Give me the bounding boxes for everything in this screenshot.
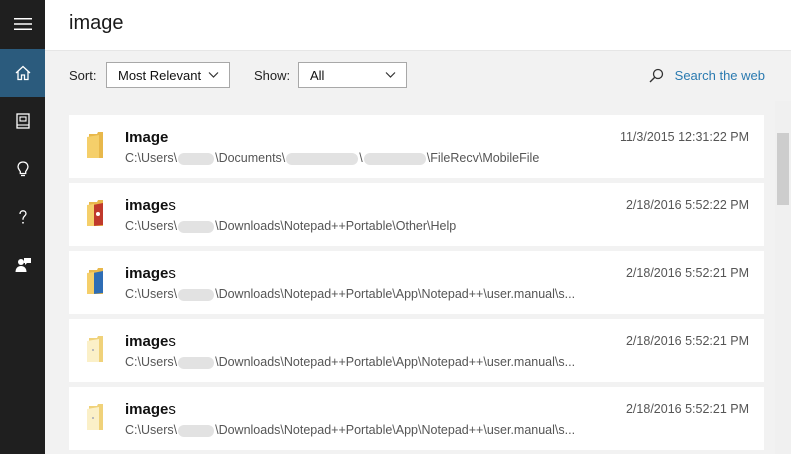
feedback-button[interactable]	[0, 241, 45, 289]
menu-button[interactable]	[0, 0, 45, 48]
folder-blue-icon	[87, 268, 103, 294]
search-web-link[interactable]: Search the web	[649, 68, 765, 83]
result-item[interactable]: images C:\Users\ \Downloads\Notepad++Port…	[69, 183, 764, 246]
result-title: images	[125, 333, 176, 350]
menu-icon	[13, 18, 32, 30]
result-title: images	[125, 197, 176, 214]
filter-bar: Sort: Most Relevant Show: All Search the…	[45, 51, 791, 101]
search-web-label: Search the web	[674, 68, 765, 83]
home-icon	[15, 65, 30, 81]
lightbulb-icon	[16, 161, 29, 177]
search-query[interactable]: image	[69, 12, 123, 35]
sort-label: Sort:	[69, 68, 97, 83]
chevron-down-icon	[208, 72, 219, 78]
result-path: C:\Users\ \Downloads\Notepad++Portable\Ot…	[125, 219, 457, 233]
result-date: 11/3/2015 12:31:22 PM	[619, 130, 749, 144]
home-button[interactable]	[0, 49, 45, 97]
folder-light-icon	[87, 336, 103, 362]
reminders-button[interactable]	[0, 145, 45, 193]
result-path: C:\Users\ \Downloads\Notepad++Portable\Ap…	[125, 355, 576, 369]
result-path: C:\Users\ \Documents\ \ \FileRecv\MobileFil…	[125, 151, 540, 165]
show-value: All	[310, 67, 325, 83]
chevron-down-icon	[385, 72, 396, 78]
scrollbar-thumb[interactable]	[777, 133, 789, 205]
folder-icon	[87, 132, 103, 158]
result-title: images	[125, 401, 176, 418]
left-rail	[0, 0, 45, 454]
folder-red-icon	[87, 200, 103, 226]
results-list: Image C:\Users\ \Documents\ \ \FileRecv\Mob…	[45, 101, 775, 454]
result-date: 2/18/2016 5:52:22 PM	[625, 198, 749, 212]
result-date: 2/18/2016 5:52:21 PM	[625, 266, 749, 280]
result-item[interactable]: images C:\Users\ \Downloads\Notepad++Port…	[69, 319, 764, 382]
feedback-icon	[15, 258, 31, 272]
sort-dropdown[interactable]: Most Relevant	[106, 62, 230, 88]
search-icon	[649, 68, 663, 83]
result-item[interactable]: Image C:\Users\ \Documents\ \ \FileRecv\Mob…	[69, 115, 764, 178]
result-path: C:\Users\ \Downloads\Notepad++Portable\Ap…	[125, 423, 576, 437]
results-scrollbar[interactable]	[775, 101, 791, 454]
result-date: 2/18/2016 5:52:21 PM	[625, 334, 749, 348]
help-button[interactable]	[0, 193, 45, 241]
folder-light-icon	[87, 404, 103, 430]
result-path: C:\Users\ \Downloads\Notepad++Portable\Ap…	[125, 287, 576, 301]
notebook-icon	[15, 113, 30, 129]
result-item[interactable]: images C:\Users\ \Downloads\Notepad++Port…	[69, 387, 764, 450]
help-icon	[18, 210, 27, 224]
result-item[interactable]: images C:\Users\ \Downloads\Notepad++Port…	[69, 251, 764, 314]
show-label: Show:	[254, 68, 291, 83]
result-title: Image	[125, 129, 169, 146]
sort-value: Most Relevant	[118, 67, 202, 83]
search-header: image	[45, 0, 791, 51]
notebook-button[interactable]	[0, 97, 45, 145]
result-date: 2/18/2016 5:52:21 PM	[625, 402, 749, 416]
show-dropdown[interactable]: All	[298, 62, 407, 88]
result-title: images	[125, 265, 176, 282]
